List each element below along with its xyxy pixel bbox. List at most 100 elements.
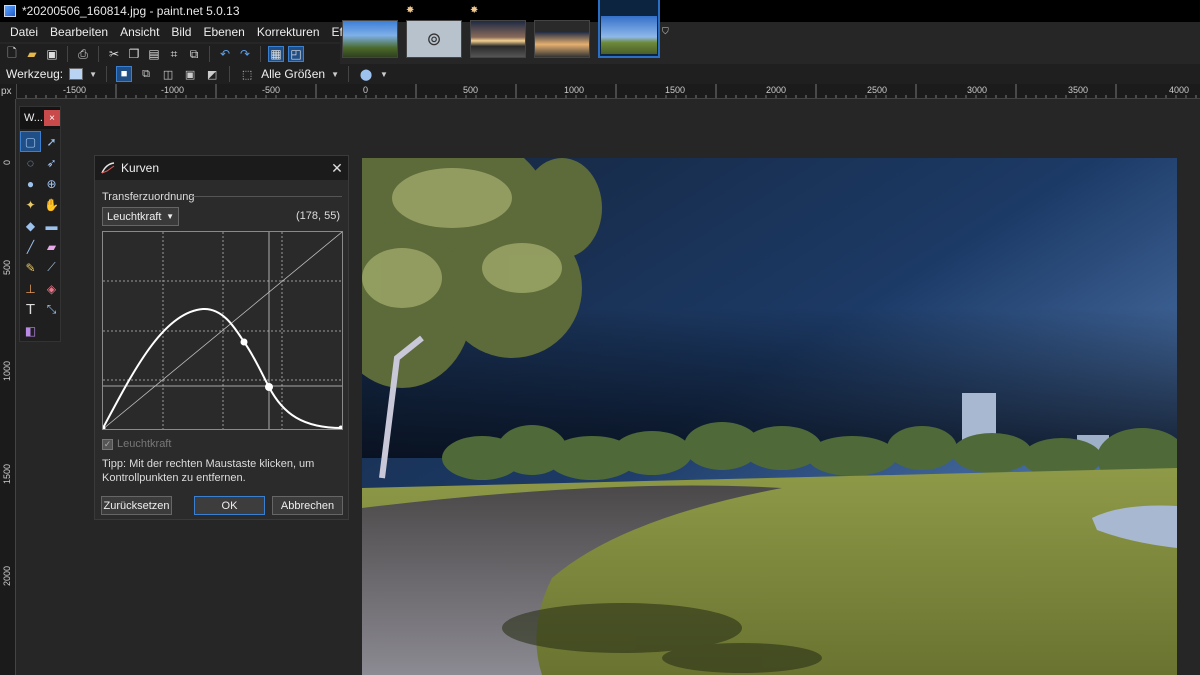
color-picker-icon[interactable]: ⟋ [41, 257, 62, 278]
shapes-icon[interactable]: ◧ [20, 320, 41, 341]
thumbnail-list-menu-icon[interactable]: ⛉ [662, 26, 670, 36]
control-point[interactable] [265, 383, 273, 391]
vertical-ruler: 0 500 1000 1500 2000 [0, 99, 16, 675]
new-file-icon[interactable]: 🗋 [4, 46, 20, 62]
toolbar-divider [67, 46, 68, 62]
antialiasing-icon[interactable]: ⬤ [358, 66, 374, 82]
menu-edit[interactable]: Bearbeiten [44, 22, 114, 42]
curve-editor[interactable] [100, 231, 344, 431]
ruler-label: 4000 [1169, 85, 1190, 95]
move-selected-pixels-icon[interactable]: ➚ [41, 131, 62, 152]
rulers-icon[interactable]: ◰ [288, 46, 304, 62]
selection-invert-icon[interactable]: ◩ [204, 66, 220, 82]
menu-view[interactable]: Ansicht [114, 22, 165, 42]
menu-adjustments[interactable]: Korrekturen [251, 22, 326, 42]
ruler-label: 500 [463, 85, 479, 95]
thumbnail-frame [598, 0, 660, 58]
lasso-select-icon[interactable]: ◌ [20, 152, 41, 173]
reset-button[interactable]: Zurücksetzen [101, 496, 172, 515]
pencil-icon[interactable]: ✎ [20, 257, 41, 278]
tools-window: W... × ▢ ➚ ◌ ➶ ● ⊕ ✦ ✋ ◆ ▬ ╱ ▰ ✎ ⟋ ⊥ ◈ T… [19, 106, 61, 342]
divider [190, 196, 342, 197]
eraser-icon[interactable]: ▰ [41, 236, 62, 257]
open-folder-icon[interactable]: ▰ [24, 46, 40, 62]
tip-text: Tipp: Mit der rechten Maustaste klicken,… [102, 458, 315, 484]
image-tab-1[interactable] [342, 20, 398, 58]
selection-replace-icon[interactable]: ■ [116, 66, 133, 82]
copy-icon[interactable]: ❐ [126, 46, 142, 62]
gradient-icon[interactable]: ▬ [41, 215, 62, 236]
clone-stamp-icon[interactable]: ⊥ [20, 278, 41, 299]
selection-exclude-icon[interactable]: ◫ [160, 66, 176, 82]
magic-wand-icon[interactable]: ✦ [20, 194, 41, 215]
curve-graph [100, 231, 344, 431]
sampling-mode-label[interactable]: Alle Größen [261, 67, 325, 81]
luminosity-checkbox[interactable]: ✓ [102, 438, 113, 450]
toolbar-divider [106, 66, 108, 82]
image-tab-3[interactable]: ✸ [470, 6, 526, 58]
image-tab-2[interactable]: ✸ ⊚ [406, 6, 462, 58]
cancel-button[interactable]: Abbrechen [272, 496, 343, 515]
luminosity-checkbox-label: Leuchtkraft [117, 438, 172, 450]
main-toolbar: 🗋 ▰ ▣ ⎙ ✂ ❐ ▤ ⌗ ⧉ ↶ ↷ ▦ ◰ [0, 44, 340, 64]
ruler-label: 1000 [564, 85, 585, 95]
grid-icon[interactable]: ▦ [268, 46, 284, 62]
menu-image[interactable]: Bild [165, 22, 197, 42]
undo-icon[interactable]: ↶ [217, 46, 233, 62]
image-tab-5-active[interactable]: ✸ [598, 0, 660, 58]
image-tabs: ✸ ⊚ ✸ ✸ [342, 0, 660, 62]
dialog-title-bar[interactable]: Kurven ✕ [95, 156, 348, 180]
luminosity-checkbox-row[interactable]: ✓ Leuchtkraft [102, 438, 171, 450]
image-tab-4[interactable] [534, 20, 590, 58]
pan-hand-icon[interactable]: ✋ [41, 194, 62, 215]
thumbnail-image [534, 20, 590, 58]
transfer-mode-select[interactable]: Leuchtkraft ▼ [102, 207, 179, 226]
transfer-mode-value: Leuchtkraft [107, 210, 162, 223]
rectangle-select-tool-icon[interactable] [69, 68, 84, 80]
redo-icon[interactable]: ↷ [237, 46, 253, 62]
selection-union-icon[interactable]: ⧉ [138, 66, 154, 82]
selection-intersect-icon[interactable]: ▣ [182, 66, 198, 82]
deselect-icon[interactable]: ⧉ [186, 46, 202, 62]
toolbar-divider [229, 66, 231, 82]
crop-icon[interactable]: ⌗ [166, 46, 182, 62]
chevron-down-icon[interactable]: ▼ [89, 70, 97, 79]
line-curve-icon[interactable]: ⤡ [41, 299, 62, 320]
paste-icon[interactable]: ▤ [146, 46, 162, 62]
print-icon[interactable]: ⎙ [75, 46, 91, 62]
tool-options-bar: Werkzeug: ▼ ■ ⧉ ◫ ▣ ◩ ⬚ Alle Größen ▼ ⬤ … [0, 64, 1200, 84]
control-point[interactable] [240, 338, 248, 346]
ruler-label: 1500 [2, 463, 12, 484]
chevron-down-icon[interactable]: ▼ [380, 70, 388, 79]
unsaved-icon: ✸ [470, 5, 479, 16]
ellipse-select-icon[interactable]: ● [20, 173, 41, 194]
cut-icon[interactable]: ✂ [106, 46, 122, 62]
chevron-down-icon[interactable]: ▼ [331, 70, 339, 79]
paint-bucket-icon[interactable]: ◆ [20, 215, 41, 236]
text-icon[interactable]: T [20, 299, 41, 320]
image-canvas[interactable] [362, 158, 1177, 675]
move-selection-icon[interactable]: ➶ [41, 152, 62, 173]
rectangle-select-tool-icon[interactable]: ▢ [20, 131, 41, 152]
thumbnail-image [342, 20, 398, 58]
ruler-unit: px [0, 84, 16, 99]
tools-window-header[interactable]: W... × [20, 107, 60, 129]
thumbnail-image: ⊚ [406, 20, 462, 58]
paintbrush-icon[interactable]: ╱ [20, 236, 41, 257]
sampling-icon[interactable]: ⬚ [239, 66, 255, 82]
paintnet-app-icon [4, 5, 16, 17]
control-point[interactable] [338, 425, 344, 431]
save-icon[interactable]: ▣ [44, 46, 60, 62]
ruler-label: 2000 [766, 85, 787, 95]
tools-window-title: W... [24, 112, 43, 124]
ruler-label: 3500 [1068, 85, 1089, 95]
close-icon[interactable]: ✕ [326, 157, 348, 179]
recolor-icon[interactable]: ◈ [41, 278, 62, 299]
zoom-icon[interactable]: ⊕ [41, 173, 62, 194]
menu-layers[interactable]: Ebenen [197, 22, 250, 42]
ok-button[interactable]: OK [194, 496, 265, 515]
ruler-label: 1500 [665, 85, 686, 95]
close-icon[interactable]: × [44, 110, 60, 126]
menu-file[interactable]: Datei [4, 22, 44, 42]
tools-grid: ▢ ➚ ◌ ➶ ● ⊕ ✦ ✋ ◆ ▬ ╱ ▰ ✎ ⟋ ⊥ ◈ T ⤡ ◧ [20, 129, 60, 341]
